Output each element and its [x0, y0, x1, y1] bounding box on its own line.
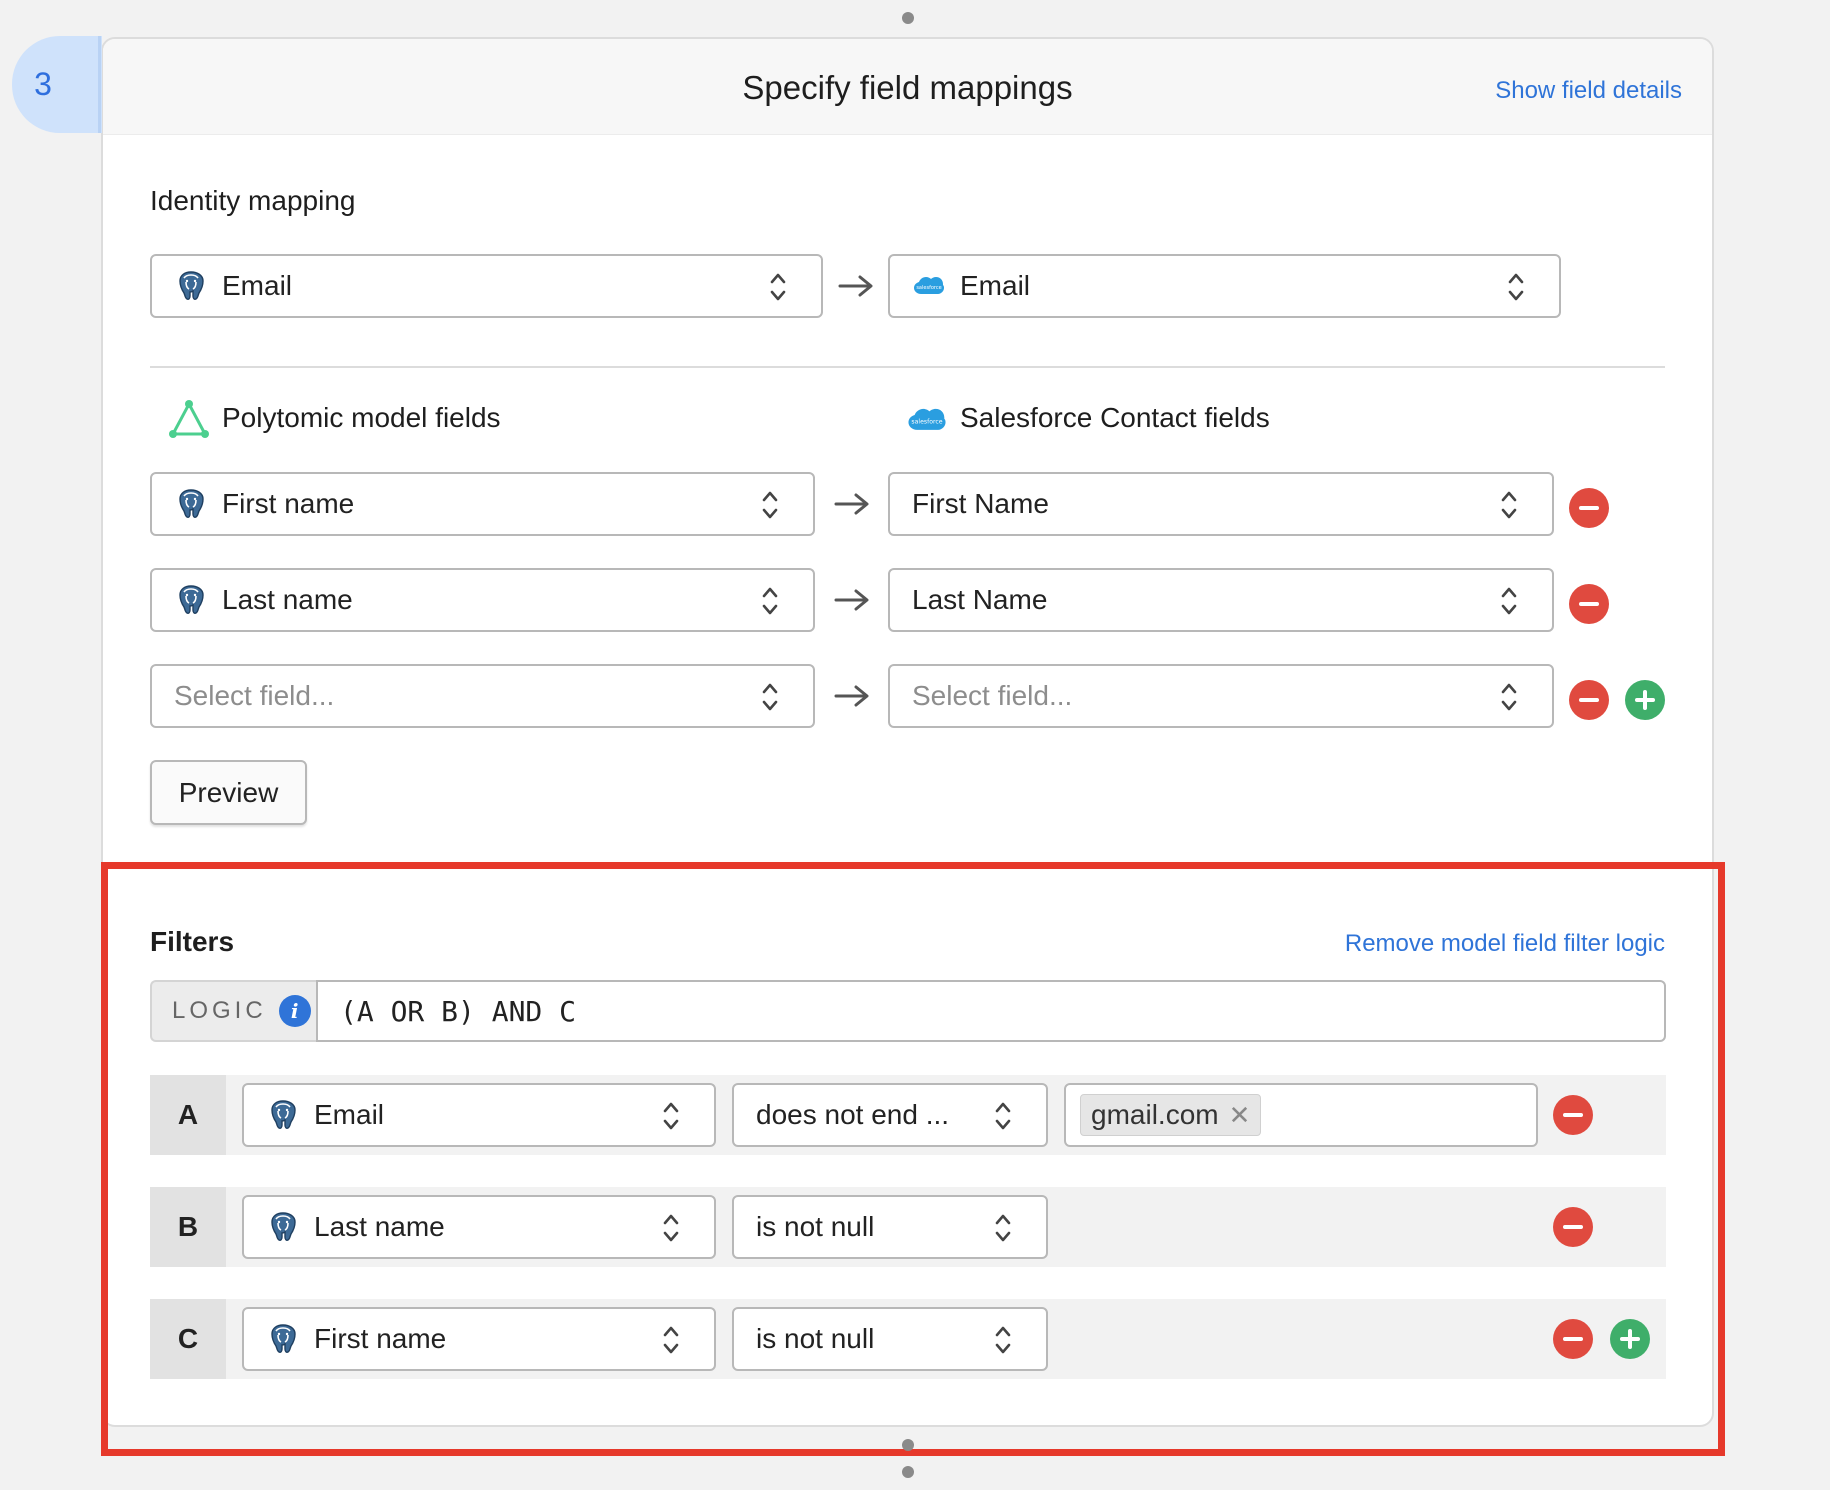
chevron-up-down-icon: [761, 585, 779, 617]
identity-mapping-label: Identity mapping: [150, 185, 356, 216]
chevron-up-down-icon: [662, 1100, 680, 1132]
remove-mapping-button[interactable]: [1569, 584, 1609, 624]
remove-filter-button[interactable]: [1553, 1095, 1593, 1135]
filter-row-letter: B: [150, 1187, 226, 1267]
mapping-source-select[interactable]: First name: [150, 472, 815, 536]
chevron-up-down-icon: [1507, 271, 1525, 303]
mapping-source-select[interactable]: Last name: [150, 568, 815, 632]
filter-field-select[interactable]: First name: [242, 1307, 716, 1371]
logic-input[interactable]: (A OR B) AND C: [316, 980, 1666, 1042]
filter-field-select[interactable]: Last name: [242, 1195, 716, 1259]
connector-dot-bottom: [902, 1439, 914, 1451]
connector-dot-top: [902, 12, 914, 24]
filter-row-letter: C: [150, 1299, 226, 1379]
remove-mapping-button[interactable]: [1569, 680, 1609, 720]
mapping-target-placeholder: Select field...: [912, 680, 1073, 711]
step-header: Specify field mappings Show field detail…: [103, 39, 1712, 135]
arrow-right-icon: [834, 588, 870, 612]
chevron-up-down-icon: [1500, 681, 1518, 713]
chevron-up-down-icon: [994, 1324, 1012, 1356]
chevron-up-down-icon: [769, 271, 787, 303]
postgres-icon: [266, 1322, 300, 1356]
mapping-source-select[interactable]: Select field...: [150, 664, 815, 728]
filter-operator-select[interactable]: does not end ...: [732, 1083, 1048, 1147]
mapping-source-value: First name: [222, 488, 355, 519]
chevron-up-down-icon: [994, 1212, 1012, 1244]
filter-field-value: First name: [314, 1323, 447, 1354]
step-number-badge: 3: [12, 36, 102, 133]
filter-operator-select[interactable]: is not null: [732, 1195, 1048, 1259]
polytomic-logo-icon: [169, 400, 209, 438]
filter-field-value: Email: [314, 1099, 385, 1130]
model-fields-header: Polytomic model fields: [222, 402, 501, 433]
identity-target-select[interactable]: Email: [888, 254, 1561, 318]
salesforce-fields-header: Salesforce Contact fields: [960, 402, 1270, 433]
filter-value-input[interactable]: gmail.com ✕: [1064, 1083, 1538, 1147]
remove-chip-icon[interactable]: ✕: [1229, 1100, 1251, 1131]
filter-value-chip: gmail.com ✕: [1080, 1094, 1262, 1136]
add-filter-button[interactable]: [1610, 1319, 1650, 1359]
filter-operator-value: is not null: [756, 1211, 875, 1242]
postgres-icon: [266, 1210, 300, 1244]
mapping-target-value: First Name: [912, 488, 1049, 519]
chevron-up-down-icon: [1500, 585, 1518, 617]
remove-filter-logic-link[interactable]: Remove model field filter logic: [1345, 930, 1665, 958]
preview-button[interactable]: Preview: [150, 760, 307, 825]
remove-filter-button[interactable]: [1553, 1207, 1593, 1247]
mapping-source-placeholder: Select field...: [174, 680, 335, 711]
connector-dot-bottom-2: [902, 1466, 914, 1478]
arrow-right-icon: [838, 274, 874, 298]
filters-label: Filters: [150, 926, 235, 957]
identity-source-select[interactable]: Email: [150, 254, 823, 318]
section-divider: [150, 366, 1665, 368]
salesforce-icon: [906, 405, 948, 435]
filter-operator-select[interactable]: is not null: [732, 1307, 1048, 1371]
arrow-right-icon: [834, 684, 870, 708]
logic-tag: LOGIC i: [150, 980, 316, 1042]
chevron-up-down-icon: [662, 1324, 680, 1356]
step-badge-border: [98, 36, 101, 133]
postgres-icon: [174, 583, 208, 617]
remove-mapping-button[interactable]: [1569, 488, 1609, 528]
postgres-icon: [174, 487, 208, 521]
remove-filter-button[interactable]: [1553, 1319, 1593, 1359]
postgres-icon: [174, 269, 208, 303]
chevron-up-down-icon: [1500, 489, 1518, 521]
filter-field-value: Last name: [314, 1211, 445, 1242]
mapping-target-select[interactable]: First Name: [888, 472, 1554, 536]
mapping-target-select[interactable]: Select field...: [888, 664, 1554, 728]
identity-source-value: Email: [222, 270, 293, 301]
info-icon[interactable]: i: [278, 995, 311, 1027]
step-title: Specify field mappings: [742, 69, 1073, 106]
filter-operator-value: is not null: [756, 1323, 875, 1354]
filter-value-chip-label: gmail.com: [1091, 1099, 1219, 1130]
chevron-up-down-icon: [761, 489, 779, 521]
mapping-target-select[interactable]: Last Name: [888, 568, 1554, 632]
filter-operator-value: does not end ...: [756, 1099, 950, 1130]
logic-value: (A OR B) AND C: [340, 994, 577, 1028]
identity-target-value: Email: [960, 270, 1031, 301]
add-mapping-button[interactable]: [1625, 680, 1665, 720]
mapping-source-value: Last name: [222, 584, 353, 615]
chevron-up-down-icon: [662, 1212, 680, 1244]
chevron-up-down-icon: [761, 681, 779, 713]
chevron-up-down-icon: [994, 1100, 1012, 1132]
filter-field-select[interactable]: Email: [242, 1083, 716, 1147]
show-field-details-link[interactable]: Show field details: [1495, 77, 1682, 105]
salesforce-icon: [912, 274, 946, 298]
arrow-right-icon: [834, 492, 870, 516]
logic-label: LOGIC: [172, 997, 267, 1024]
postgres-icon: [266, 1098, 300, 1132]
filter-row-letter: A: [150, 1075, 226, 1155]
mapping-target-value: Last Name: [912, 584, 1048, 615]
